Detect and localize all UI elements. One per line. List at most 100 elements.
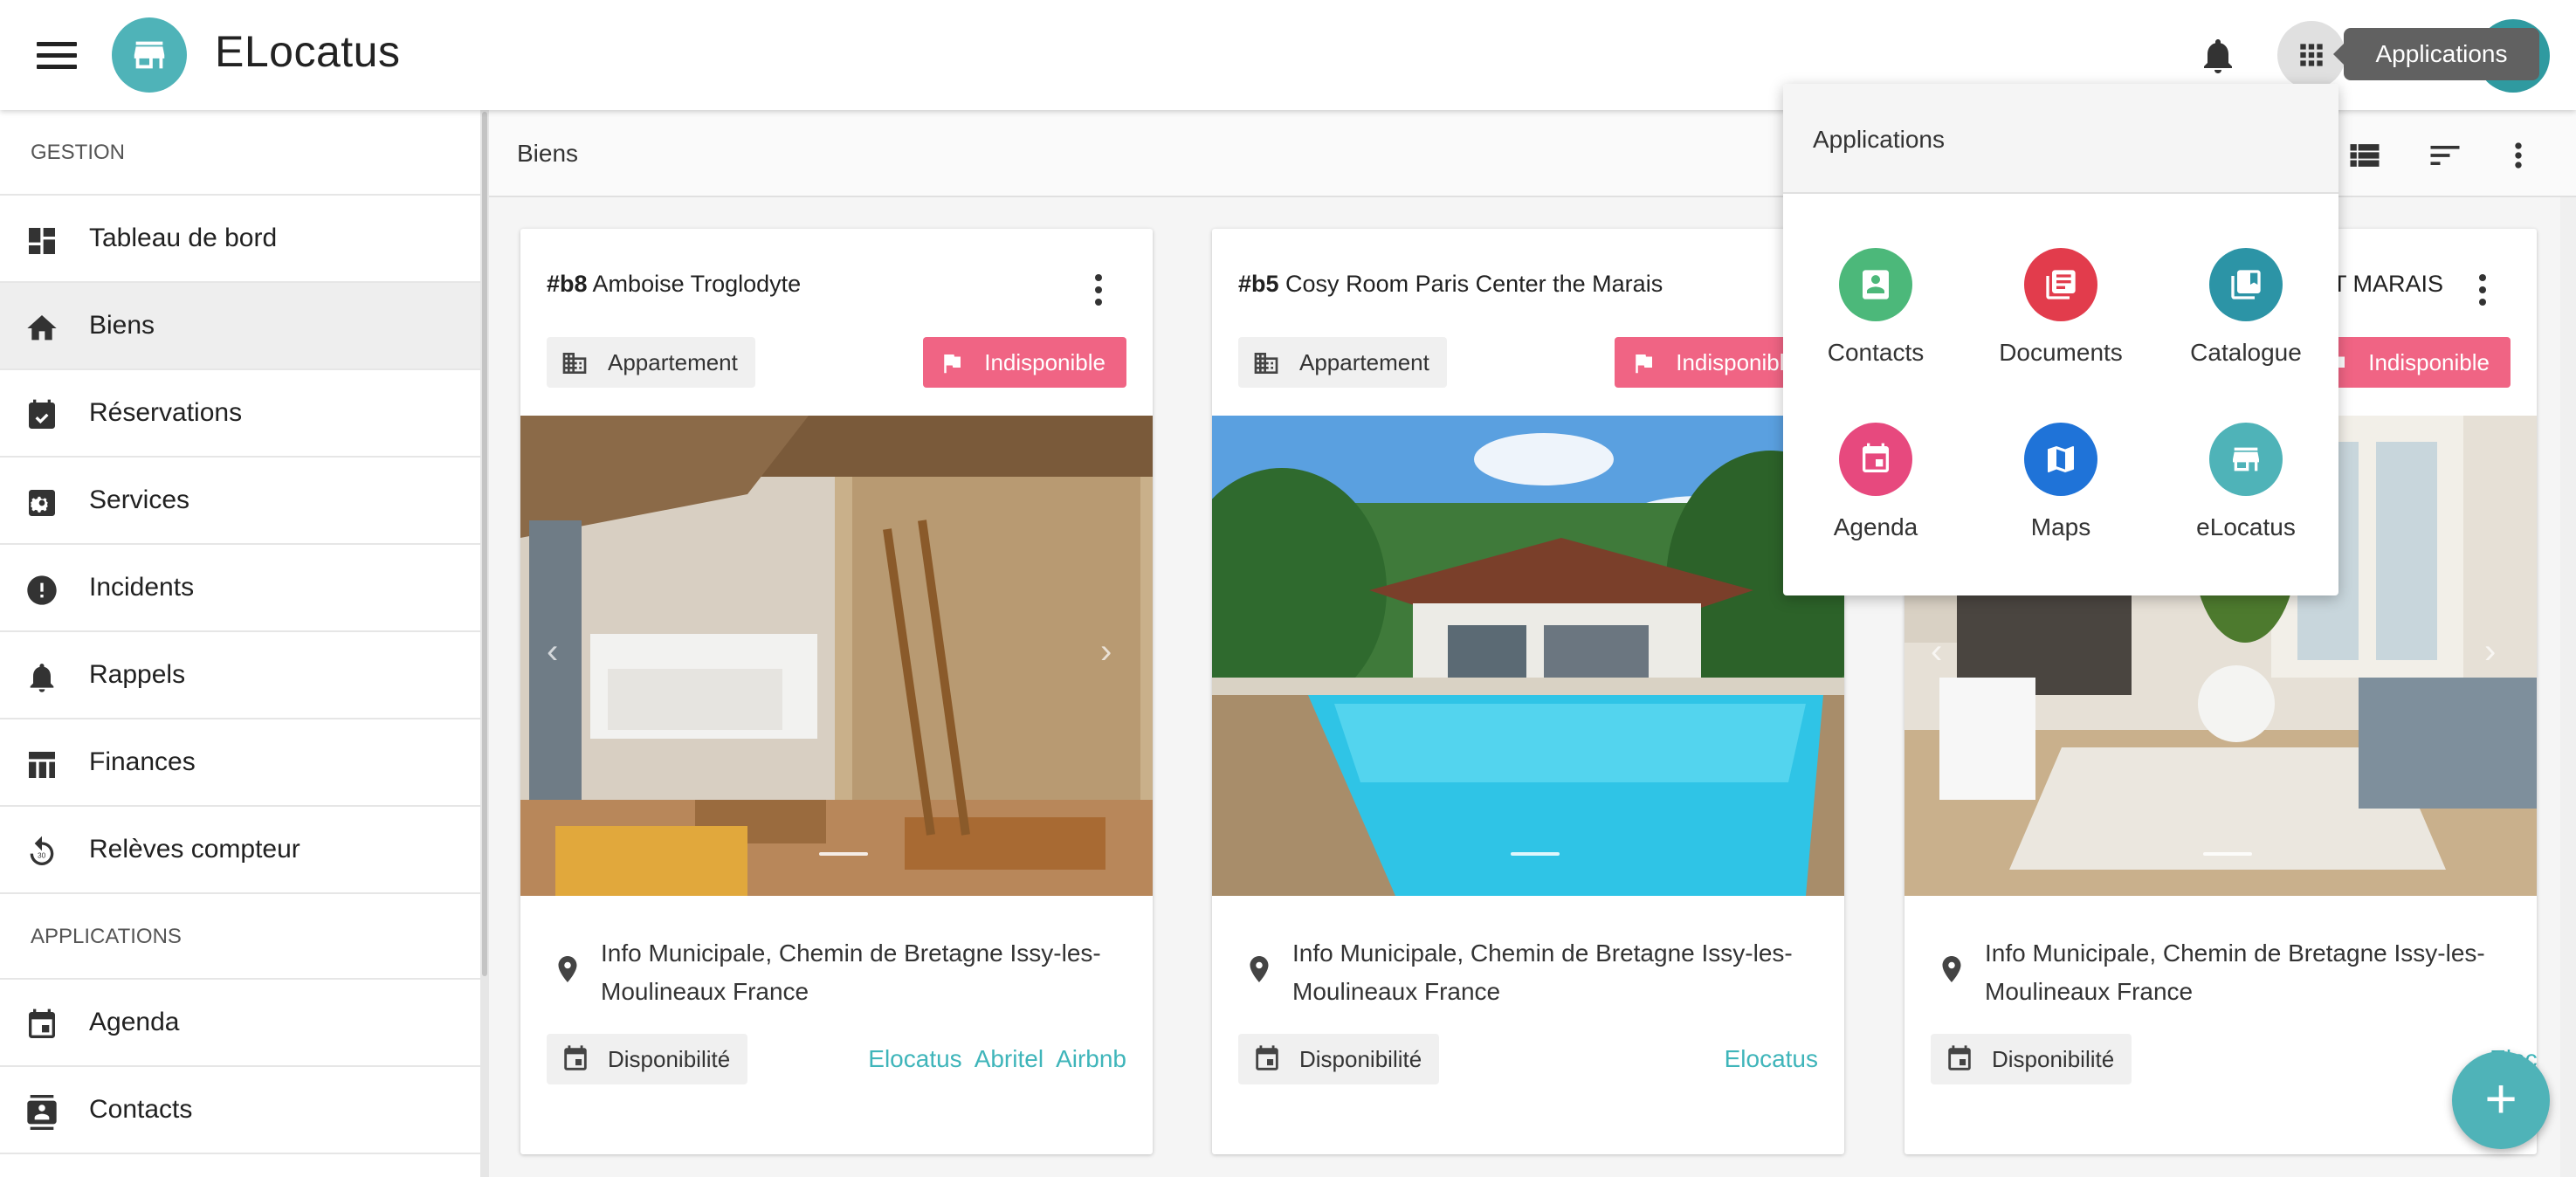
sidebar-item-contacts[interactable]: Contacts xyxy=(0,1067,480,1154)
status-label: Indisponible xyxy=(1676,349,1797,375)
carousel-indicator[interactable] xyxy=(1511,852,1560,856)
availability-label: Disponibilité xyxy=(1299,1046,1422,1072)
applications-menu-header: Applications xyxy=(1783,84,2338,194)
list-view-icon[interactable] xyxy=(2345,136,2384,175)
sidebar-item-label: Réservations xyxy=(89,398,243,427)
more-vert-icon[interactable] xyxy=(2499,136,2538,175)
sidebar-item-incidents[interactable]: Incidents xyxy=(0,545,480,632)
refresh-icon: 30 xyxy=(30,836,54,865)
sidebar-item-label: Contacts xyxy=(89,1095,193,1124)
calendar-icon xyxy=(564,1045,587,1070)
carousel-indicator[interactable] xyxy=(819,852,868,856)
catalogue-icon xyxy=(2209,248,2283,321)
availability-chip[interactable]: Disponibilité xyxy=(1931,1034,2132,1084)
applications-menu: Applications Contacts Documents Catalogu… xyxy=(1783,84,2338,595)
sidebar-item-label: Tableau de bord xyxy=(89,224,278,252)
flag-icon xyxy=(944,354,961,374)
carousel-prev-icon[interactable]: ‹ xyxy=(1931,634,1957,669)
app-tile-maps[interactable]: Maps xyxy=(1968,423,2153,580)
table-icon xyxy=(29,752,55,778)
page-title: Biens xyxy=(517,140,579,167)
carousel-indicator[interactable] xyxy=(2203,852,2252,856)
app-tile-contacts[interactable]: Contacts xyxy=(1783,248,1968,405)
sidebar-item-agenda[interactable]: Agenda xyxy=(0,980,480,1067)
sidebar-item-tableau-de-bord[interactable]: Tableau de bord xyxy=(0,196,480,283)
availability-label: Disponibilité xyxy=(1992,1046,2115,1072)
app-tile-label: Agenda xyxy=(1833,513,1918,540)
calendar-icon xyxy=(1948,1045,1971,1070)
alert-circle-icon xyxy=(27,575,57,605)
property-card[interactable]: #b8 Amboise Troglodyte Appartement Indis… xyxy=(520,229,1153,1154)
app-tile-label: Maps xyxy=(2030,513,2091,540)
carousel-prev-icon[interactable]: ‹ xyxy=(547,634,573,669)
carousel-next-icon[interactable]: › xyxy=(1100,634,1126,669)
calendar-icon xyxy=(29,1008,55,1038)
card-menu-icon[interactable] xyxy=(1093,274,1104,309)
home-icon xyxy=(27,315,57,341)
calendar-icon xyxy=(1256,1045,1278,1070)
location-pin-icon xyxy=(1250,956,1269,982)
channel-links: Elocatus Abritel Airbnb xyxy=(856,1034,1126,1084)
location-pin-icon xyxy=(1942,956,1961,982)
availability-chip[interactable]: Disponibilité xyxy=(547,1034,748,1084)
property-card[interactable]: #b5 Cosy Room Paris Center the Marais Ap… xyxy=(1212,229,1844,1154)
sidebar-item-label: Finances xyxy=(89,747,196,776)
sidebar-scrollbar[interactable] xyxy=(480,110,489,1177)
bell-icon xyxy=(30,664,54,692)
property-address: Info Municipale, Chemin de Bretagne Issy… xyxy=(1292,940,1793,1005)
property-photo[interactable]: ‹ › xyxy=(520,416,1153,896)
property-type-chip: Appartement xyxy=(1238,337,1447,388)
sidebar-item-reservations[interactable]: Réservations xyxy=(0,370,480,458)
sidebar-item-rappels[interactable]: Rappels xyxy=(0,632,480,719)
add-property-button[interactable]: + xyxy=(2452,1051,2550,1149)
sidebar-item-label: Services xyxy=(89,485,190,514)
app-tile-agenda[interactable]: Agenda xyxy=(1783,423,1968,580)
building-icon xyxy=(1254,353,1278,374)
channel-link[interactable]: Airbnb xyxy=(1056,1045,1126,1072)
sidebar-item-biens[interactable]: Biens xyxy=(0,283,480,370)
applications-tooltip: Applications xyxy=(2333,28,2539,80)
sidebar-item-services[interactable]: Services xyxy=(0,458,480,545)
storefront-icon xyxy=(112,17,187,93)
property-photo[interactable] xyxy=(1212,416,1844,896)
status-badge: Indisponible xyxy=(923,337,1126,388)
app-tile-elocatus[interactable]: eLocatus xyxy=(2153,423,2338,580)
app-tile-label: Documents xyxy=(1999,339,2123,366)
property-name: Cosy Room Paris Center the Marais xyxy=(1285,271,1663,297)
location-pin-icon xyxy=(558,956,577,982)
channel-links: Elocatus xyxy=(1712,1034,1818,1084)
sidebar-item-label: Rappels xyxy=(89,660,186,689)
channel-link[interactable]: Elocatus xyxy=(1725,1045,1818,1072)
sidebar-item-releves-compteur[interactable]: 30 Relèves compteur xyxy=(0,807,480,894)
channel-link[interactable]: Abritel xyxy=(975,1045,1043,1072)
carousel-next-icon[interactable]: › xyxy=(2484,634,2511,669)
card-menu-icon[interactable] xyxy=(2477,274,2488,309)
card-title: T MARAIS xyxy=(2332,271,2443,298)
card-title: #b5 Cosy Room Paris Center the Marais xyxy=(1238,271,1663,298)
property-type-chip: Appartement xyxy=(547,337,755,388)
property-type-label: Appartement xyxy=(608,349,738,375)
status-label: Indisponible xyxy=(984,349,1105,375)
app-tile-label: Catalogue xyxy=(2190,339,2302,366)
app-root: ELocatus Applications GESTION Tableau de… xyxy=(0,0,2576,1177)
sidebar-item-label: Relèves compteur xyxy=(89,835,300,864)
app-tile-label: eLocatus xyxy=(2196,513,2296,540)
sort-icon[interactable] xyxy=(2426,136,2464,175)
app-tile-catalogue[interactable]: Catalogue xyxy=(2153,248,2338,405)
property-id: #b5 xyxy=(1238,271,1279,297)
channel-link[interactable]: Elocatus xyxy=(868,1045,961,1072)
app-tile-documents[interactable]: Documents xyxy=(1968,248,2153,405)
availability-chip[interactable]: Disponibilité xyxy=(1238,1034,1440,1084)
content-scrollbar[interactable] xyxy=(2560,197,2576,1177)
bell-icon[interactable] xyxy=(2197,35,2239,77)
event-note-icon xyxy=(29,399,55,429)
sidebar-item-finances[interactable]: Finances xyxy=(0,719,480,807)
app-title: ELocatus xyxy=(215,27,401,76)
sidebar-item-label: Agenda xyxy=(89,1008,180,1036)
menu-icon[interactable] xyxy=(26,31,87,80)
app-tile-label: Contacts xyxy=(1827,339,1925,366)
add-icon: + xyxy=(2484,1067,2517,1130)
applications-menu-title: Applications xyxy=(1813,126,1945,153)
calendar-icon xyxy=(1839,423,1912,496)
dashboard-icon xyxy=(29,228,55,254)
